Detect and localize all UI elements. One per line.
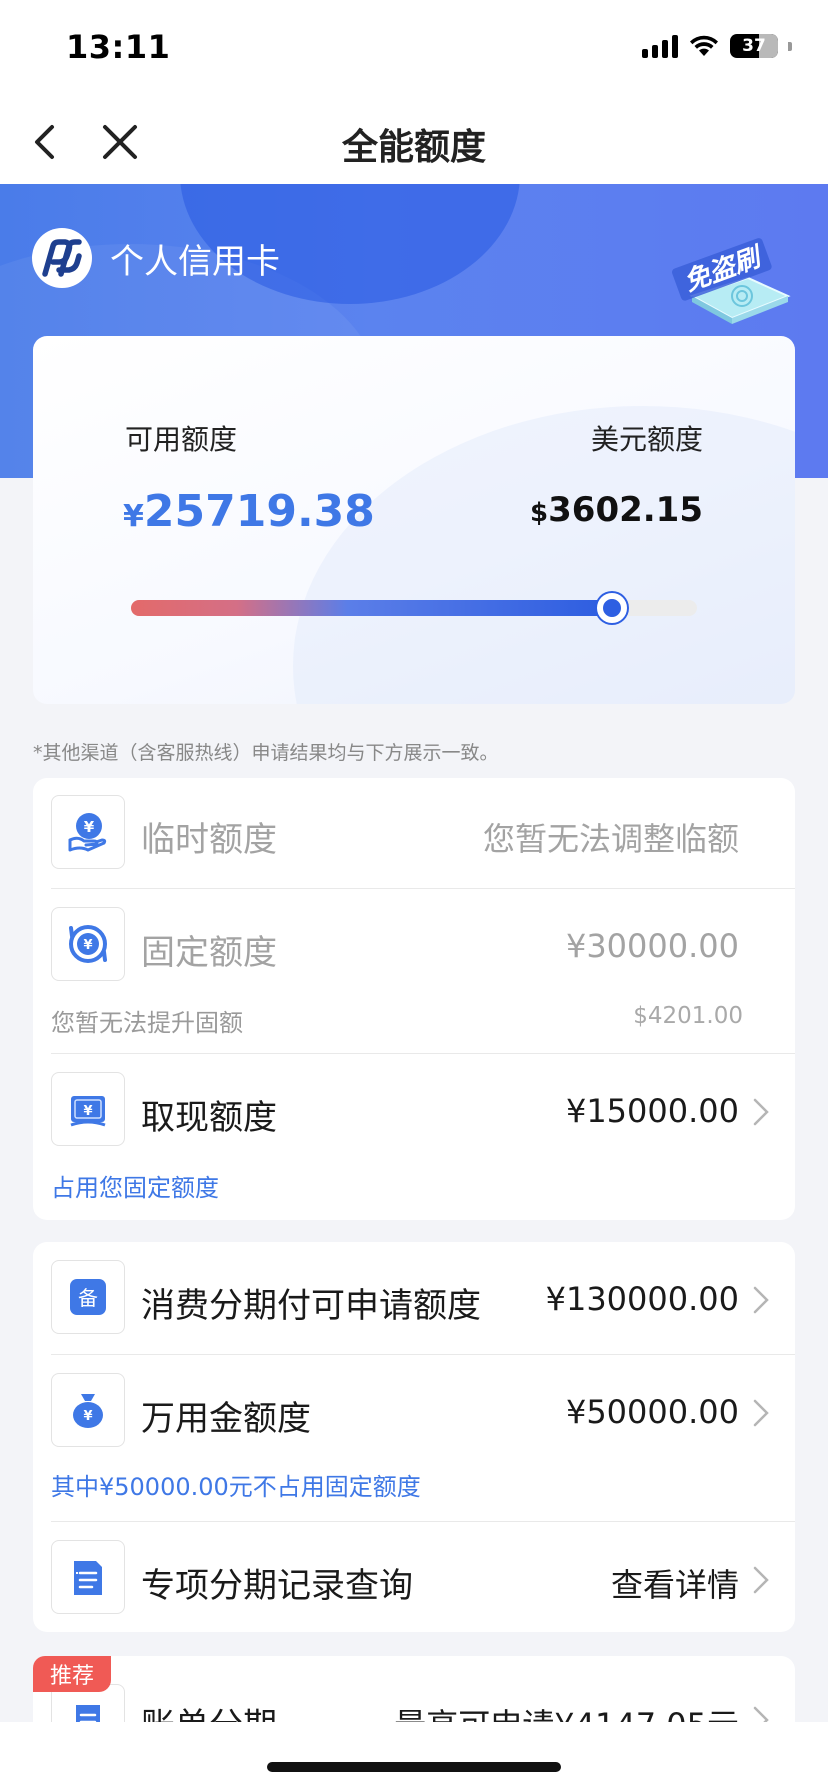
home-indicator-area	[0, 1722, 828, 1792]
cash-advance-limit-row[interactable]: ¥ 取现额度 ¥15000.00 占用您固定额度	[33, 1054, 795, 1220]
anti-fraud-badge-icon: 免盗刷	[672, 238, 791, 324]
yuan-cycle-icon: ¥	[69, 925, 107, 963]
limit-usage-bar	[131, 593, 697, 623]
cash-limit-title: 取现额度	[141, 1098, 277, 1138]
chevron-right-icon	[753, 1566, 769, 1594]
document-list-icon	[74, 1561, 102, 1595]
usd-limit-label: 美元额度	[590, 423, 703, 456]
fixed-limit-row: ¥ 固定额度 ¥30000.00 您暂无法提升固额 $4201.00	[33, 889, 795, 1053]
wifi-icon	[690, 35, 718, 56]
svg-text:¥: ¥	[84, 818, 95, 836]
temporary-limit-row: ¥ 临时额度 您暂无法调整临额	[33, 778, 795, 888]
hand-coin-icon: ¥	[68, 813, 107, 852]
installment-icon: 备	[70, 1279, 106, 1315]
usd-limit-value: $3602.15	[530, 490, 703, 530]
temporary-limit-icon-box: ¥	[51, 795, 125, 869]
wanyongjin-icon-box: ¥	[51, 1373, 125, 1447]
home-indicator[interactable]	[267, 1762, 561, 1772]
limit-summary-card: 可用额度 美元额度 ¥25719.38 $3602.15	[33, 336, 795, 704]
battery-level: 37	[742, 36, 766, 56]
usd-amount: 3602.15	[548, 490, 703, 530]
chevron-right-icon	[753, 1399, 769, 1427]
installment-limit-title: 消费分期付可申请额度	[141, 1286, 481, 1326]
special-installment-title: 专项分期记录查询	[141, 1566, 413, 1606]
fixed-limit-value: ¥30000.00	[565, 927, 739, 965]
nav-bar: 全能额度	[0, 100, 828, 184]
fixed-limit-note: 您暂无法提升固额	[51, 1009, 243, 1037]
fixed-limit-usd-value: $4201.00	[633, 1003, 743, 1029]
cellular-signal-icon	[642, 34, 678, 58]
installment-limit-value: ¥130000.00	[545, 1280, 739, 1318]
temporary-limit-status: 您暂无法调整临额	[482, 820, 739, 858]
chevron-right-icon	[753, 1286, 769, 1314]
cash-limit-note: 占用您固定额度	[51, 1174, 219, 1202]
cash-limit-icon-box: ¥	[51, 1072, 125, 1146]
card-name: 个人信用卡	[110, 242, 280, 282]
installment-icon-box: 备	[51, 1260, 125, 1334]
wanyongjin-limit-row[interactable]: ¥ 万用金额度 ¥50000.00 其中¥50000.00元不占用固定额度	[33, 1355, 795, 1521]
bank-logo-icon	[42, 239, 82, 277]
status-icons: 37	[642, 34, 792, 58]
page-title: 全能额度	[341, 127, 486, 168]
limit-usage-thumb	[597, 593, 628, 623]
special-installment-link[interactable]: 查看详情	[611, 1560, 739, 1606]
wanyongjin-limit-title: 万用金额度	[141, 1399, 311, 1439]
recommend-tag: 推荐	[33, 1656, 111, 1692]
cash-limit-value: ¥15000.00	[565, 1092, 739, 1130]
chevron-right-icon	[753, 1098, 769, 1126]
limit-list-card-1: ¥ 临时额度 您暂无法调整临额 ¥ 固定额度 ¥30000.00 您暂无法提升固…	[33, 778, 795, 1220]
temporary-limit-title: 临时额度	[141, 820, 277, 860]
limit-list-card-2: 备 消费分期付可申请额度 ¥130000.00 ¥ 万用金额度 ¥50000.0…	[33, 1242, 795, 1632]
notice-text: *其他渠道（含客服热线）申请结果均与下方展示一致。	[33, 742, 499, 764]
svg-text:¥: ¥	[83, 1104, 92, 1119]
available-amount: 25719.38	[143, 486, 375, 537]
battery-icon: 37	[730, 34, 778, 58]
money-bag-icon: ¥	[73, 1394, 103, 1428]
fixed-limit-icon-box: ¥	[51, 907, 125, 981]
banknote-icon: ¥	[70, 1096, 106, 1127]
available-limit-label: 可用额度	[125, 423, 238, 456]
usd-currency: $	[530, 498, 549, 528]
special-installment-row[interactable]: 专项分期记录查询 查看详情	[33, 1522, 795, 1632]
svg-text:¥: ¥	[83, 1409, 92, 1424]
wanyongjin-limit-value: ¥50000.00	[565, 1393, 739, 1431]
installment-limit-row[interactable]: 备 消费分期付可申请额度 ¥130000.00	[33, 1242, 795, 1354]
battery-cap-icon	[788, 41, 792, 51]
special-installment-icon-box	[51, 1540, 125, 1614]
svg-text:备: 备	[78, 1286, 98, 1310]
fixed-limit-title: 固定额度	[141, 933, 277, 973]
available-limit-value: ¥25719.38	[123, 486, 375, 537]
bank-logo	[32, 228, 92, 288]
status-time: 13:11	[66, 28, 171, 66]
status-bar: 13:11 37	[0, 0, 828, 100]
svg-text:¥: ¥	[83, 938, 92, 953]
wanyongjin-limit-note: 其中¥50000.00元不占用固定额度	[51, 1473, 421, 1501]
available-currency: ¥	[123, 499, 144, 534]
limit-usage-fill	[131, 600, 613, 616]
